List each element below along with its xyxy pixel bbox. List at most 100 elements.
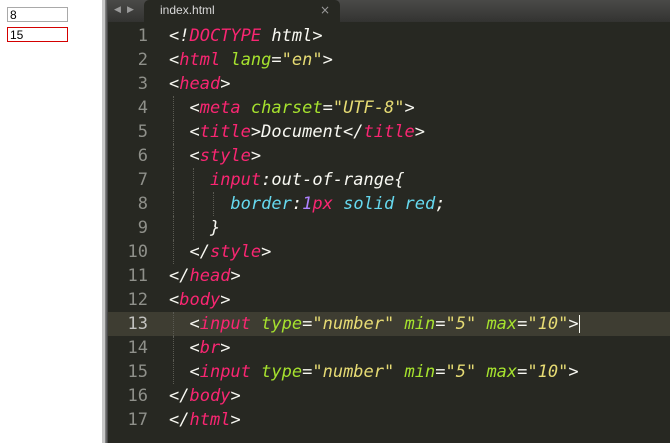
code-token: px	[312, 194, 333, 214]
line-number: 8	[137, 194, 148, 214]
code-line[interactable]: 8 border:1px solid red;	[108, 192, 670, 216]
code-token: </	[169, 242, 210, 262]
code-token: head	[189, 266, 231, 286]
code-token: </	[169, 386, 190, 406]
code-line[interactable]: 15 <input type="number" min="5" max="10"…	[108, 360, 670, 384]
code-token: <	[169, 50, 180, 70]
code-text: <body>	[169, 288, 230, 312]
code-text: input:out-of-range{	[169, 168, 404, 192]
code-line[interactable]: 4 <meta charset="UTF-8">	[108, 96, 670, 120]
code-token: >	[230, 266, 241, 286]
code-area[interactable]: 1 <!DOCTYPE html> 2 <html lang="en"> 3 <head>…	[108, 24, 670, 432]
code-token: =	[271, 50, 282, 70]
tab-bar: ◀ ▶ index.html ×	[108, 0, 670, 22]
number-input-out-of-range[interactable]	[7, 27, 68, 42]
line-number: 2	[137, 50, 148, 70]
code-editor[interactable]: ◀ ▶ index.html × 1 <!DOCTYPE html> 2 <html …	[108, 0, 670, 443]
code-token: >	[250, 146, 262, 166]
code-token: "5"	[445, 362, 477, 382]
code-text: </body>	[169, 384, 241, 408]
code-line[interactable]: 12 <body>	[108, 288, 670, 312]
line-number: 14	[127, 338, 148, 358]
code-token: >	[230, 386, 241, 406]
code-token: >	[261, 242, 272, 262]
code-line[interactable]: 17 </html>	[108, 408, 670, 432]
code-line[interactable]: 13 <input type="number" min="5" max="10"…	[108, 312, 670, 336]
code-token: red	[404, 194, 436, 214]
code-line[interactable]: 7 input:out-of-range{	[108, 168, 670, 192]
line-number: 11	[127, 266, 148, 286]
code-token: </	[169, 266, 190, 286]
code-line[interactable]: 14 <br>	[108, 336, 670, 360]
code-token: <	[169, 338, 200, 358]
code-token: <	[169, 122, 200, 142]
code-line[interactable]: 6 <style>	[108, 144, 670, 168]
line-number: 10	[127, 242, 148, 262]
code-token: type	[261, 314, 303, 334]
code-token: body	[179, 290, 221, 310]
code-token: br	[199, 338, 221, 358]
code-token: input	[209, 170, 262, 190]
tab-next-arrow-icon[interactable]: ▶	[127, 4, 134, 16]
tab-prev-arrow-icon[interactable]: ◀	[114, 4, 121, 16]
code-token: html	[271, 26, 313, 46]
code-text: <input type="number" min="5" max="10">	[169, 312, 580, 336]
code-line[interactable]: 5 <title>Document</title>	[108, 120, 670, 144]
line-number: 7	[137, 170, 148, 190]
code-token: title	[199, 122, 251, 142]
code-token: =	[435, 362, 446, 382]
line-number: 5	[137, 122, 148, 142]
code-text: <br>	[169, 336, 230, 360]
code-token: border	[230, 194, 292, 214]
code-token: :	[291, 194, 303, 214]
code-token: title	[363, 122, 415, 142]
code-text: </head>	[169, 264, 241, 288]
code-line[interactable]: 3 <head>	[108, 72, 670, 96]
code-line[interactable]: 10 </style>	[108, 240, 670, 264]
code-token: DOCTYPE	[189, 26, 262, 46]
code-line[interactable]: 9 }	[108, 216, 670, 240]
line-number: 15	[127, 362, 148, 382]
code-token: "UTF-8"	[332, 98, 405, 118]
code-token: >	[568, 314, 579, 334]
code-token: lang	[230, 50, 272, 70]
code-token: charset	[250, 98, 323, 118]
line-number: 1	[137, 26, 148, 46]
number-input-in-range[interactable]	[7, 7, 68, 22]
code-token: >	[414, 122, 425, 142]
code-token: =	[302, 314, 313, 334]
tab-index-html[interactable]: index.html ×	[144, 0, 340, 22]
code-token: </	[169, 410, 190, 430]
line-number: 9	[137, 218, 148, 238]
code-token: solid	[343, 194, 395, 214]
code-token: "10"	[527, 362, 569, 382]
line-number: 3	[137, 74, 148, 94]
code-token: >	[568, 362, 579, 382]
code-line[interactable]: 2 <html lang="en">	[108, 48, 670, 72]
code-token: >	[220, 74, 231, 94]
code-text: <html lang="en">	[169, 48, 333, 72]
code-line[interactable]: 16 </body>	[108, 384, 670, 408]
close-icon[interactable]: ×	[320, 3, 330, 17]
code-line[interactable]: 1 <!DOCTYPE html>	[108, 24, 670, 48]
code-token: <	[169, 314, 200, 334]
line-number: 6	[137, 146, 148, 166]
code-token: >	[230, 410, 241, 430]
code-text: <title>Document</title>	[169, 120, 425, 144]
line-number: 17	[127, 410, 148, 430]
code-token: "number"	[312, 314, 395, 334]
code-line[interactable]: 11 </head>	[108, 264, 670, 288]
line-number: 13	[127, 314, 148, 334]
code-text: <!DOCTYPE html>	[169, 24, 323, 48]
code-token: :out-of-range{	[261, 170, 405, 190]
code-token: >	[404, 98, 415, 118]
code-token: body	[189, 386, 231, 406]
code-token: <	[169, 98, 200, 118]
code-token: <	[169, 290, 180, 310]
code-text: <style>	[169, 144, 261, 168]
